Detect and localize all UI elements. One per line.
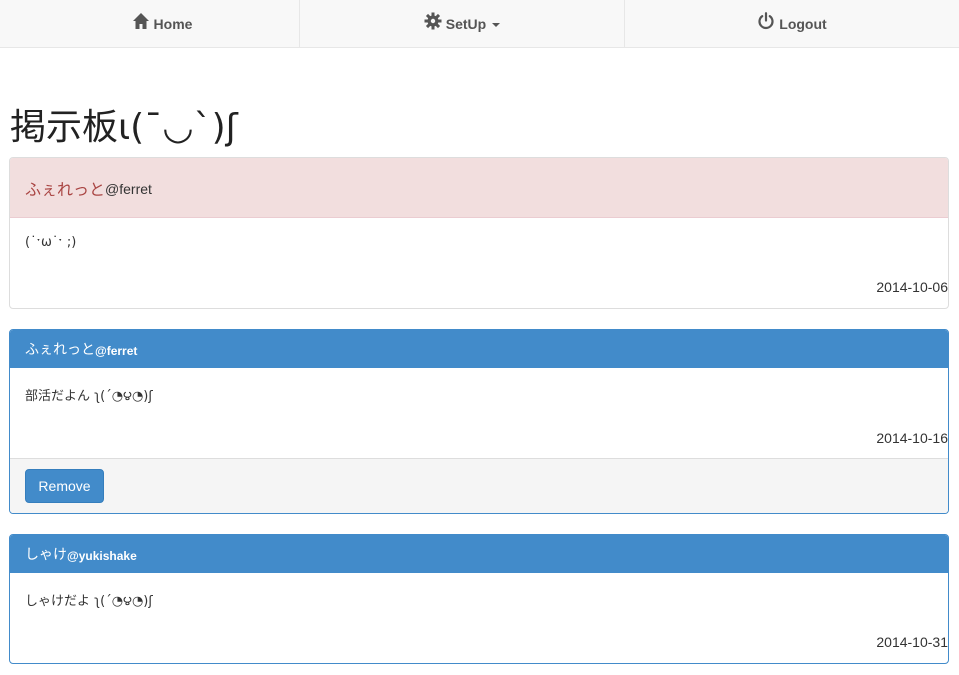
post-author-handle: @ferret: [95, 343, 138, 358]
post-footer: Remove: [10, 458, 948, 513]
nav-home-label: Home: [153, 15, 193, 32]
post-heading: ふぇれっと @ferret: [10, 330, 948, 368]
post-author-name: ふぇれっと: [25, 179, 106, 199]
page-title: 掲示板ɩ(¯◡ˋ)ʃ: [10, 107, 238, 148]
gear-icon: [424, 12, 442, 30]
post-author-name: しゃけ: [25, 547, 67, 563]
post-author-handle: @ferret: [105, 181, 152, 197]
nav-setup-dropdown[interactable]: SetUp: [300, 0, 625, 47]
post-message: 部活だよん ʅ(´◔౪◔)ʃ: [25, 389, 153, 404]
post-panel: ふぇれっと @ferret 部活だよん ʅ(´◔౪◔)ʃ 2014-10-16 R…: [9, 329, 949, 514]
post-author-handle: @yukishake: [67, 548, 137, 563]
post-date: 2014-10-16: [876, 430, 948, 446]
post-message: しゃけだよ ʅ(´◔౪◔)ʃ: [25, 594, 153, 609]
power-icon: [757, 12, 775, 30]
top-navbar: Home SetUp Logout: [0, 0, 959, 48]
post-heading: しゃけ @yukishake: [10, 535, 948, 573]
post-date: 2014-10-31: [876, 634, 948, 650]
post-author-name: ふぇれっと: [25, 342, 95, 358]
remove-button[interactable]: Remove: [25, 469, 104, 503]
post-panel: ふぇれっと @ferret (˙ˑω˙ˑ ;) 2014-10-06: [9, 157, 949, 309]
nav-setup-label: SetUp: [445, 15, 487, 32]
nav-logout-label: Logout: [779, 15, 827, 32]
nav-home-link[interactable]: Home: [0, 0, 300, 47]
post-heading: ふぇれっと @ferret: [10, 158, 948, 218]
post-date: 2014-10-06: [876, 279, 948, 295]
post-body: しゃけだよ ʅ(´◔౪◔)ʃ 2014-10-31: [10, 573, 948, 663]
post-body: 部活だよん ʅ(´◔౪◔)ʃ 2014-10-16: [10, 368, 948, 458]
post-message: (˙ˑω˙ˑ ;): [25, 235, 77, 250]
post-body: (˙ˑω˙ˑ ;) 2014-10-06: [10, 218, 948, 308]
chevron-down-icon: [492, 22, 501, 27]
nav-logout-link[interactable]: Logout: [625, 0, 959, 47]
home-icon: [132, 12, 150, 30]
post-panel: しゃけ @yukishake しゃけだよ ʅ(´◔౪◔)ʃ 2014-10-31: [9, 534, 949, 664]
